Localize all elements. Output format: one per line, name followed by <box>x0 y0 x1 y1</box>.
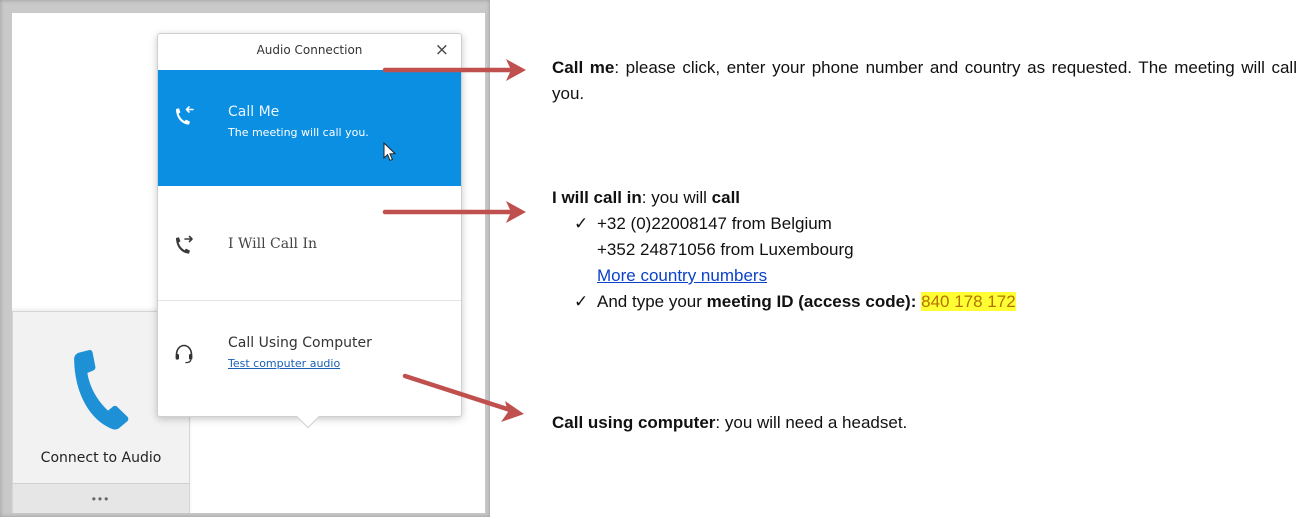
connect-to-audio-label: Connect to Audio <box>40 450 162 466</box>
meeting-id-prefix: And type your <box>597 292 707 311</box>
checkmark-icon: ✓ <box>574 214 589 233</box>
call-in-option[interactable]: I Will Call In <box>158 186 461 301</box>
note-call-me-term: Call me <box>552 58 615 77</box>
note-call-in-heading: I will call in: you will call <box>552 185 1297 211</box>
meeting-id-label: meeting ID (access code): <box>706 292 917 311</box>
note-call-me: Call me: please click, enter your phone … <box>552 55 1297 107</box>
screenshot-frame: Connect to Audio ••• Audio Connection × … <box>0 0 490 517</box>
meeting-window: Connect to Audio ••• Audio Connection × … <box>12 13 485 513</box>
audio-connection-popup: Audio Connection × Call Me The meeting w… <box>157 33 462 429</box>
call-me-option[interactable]: Call Me The meeting will call you. <box>158 70 461 186</box>
call-using-computer-title: Call Using Computer <box>228 335 372 351</box>
popup-title: Audio Connection <box>256 43 363 57</box>
test-computer-audio-link[interactable]: Test computer audio <box>228 357 340 370</box>
phone-icon <box>74 349 129 430</box>
arrow-computer-head <box>501 401 524 422</box>
checkmark-icon: ✓ <box>574 292 589 311</box>
more-country-numbers-link[interactable]: More country numbers <box>597 266 767 285</box>
more-numbers-row: More country numbers <box>552 263 1297 289</box>
arrow-call-me-head <box>506 59 526 81</box>
note-call-in-bold: call <box>711 188 741 207</box>
note-call-in: I will call in: you will call ✓ +32 (0)2… <box>552 185 1297 315</box>
call-me-subtitle: The meeting will call you. <box>228 126 369 139</box>
note-call-using-computer: Call using computer: you will need a hea… <box>552 410 1297 436</box>
note-computer-term: Call using computer <box>552 413 716 432</box>
call-using-computer-option[interactable]: Call Using Computer Test computer audio <box>158 301 461 418</box>
note-computer-text: : you will need a headset. <box>715 413 908 432</box>
arrow-call-in-head <box>506 201 526 223</box>
call-in-icon <box>176 235 193 254</box>
note-call-me-text: : please click, enter your phone number … <box>552 58 1297 103</box>
more-options-button[interactable]: ••• <box>13 483 189 513</box>
call-me-title: Call Me <box>228 104 280 120</box>
meeting-id-value: 840 178 172 <box>921 292 1016 311</box>
number-luxembourg: +352 24871056 from Luxembourg <box>597 240 854 259</box>
headset-icon <box>175 344 193 364</box>
call-in-title: I Will Call In <box>228 236 318 252</box>
call-me-icon <box>176 106 194 125</box>
number-belgium: +32 (0)22008147 from Belgium <box>597 214 832 233</box>
popup-header: Audio Connection × <box>158 34 461 70</box>
mouse-cursor-icon <box>383 142 397 162</box>
number-luxembourg-row: +352 24871056 from Luxembourg <box>552 237 1297 263</box>
close-icon[interactable]: × <box>435 40 449 60</box>
number-belgium-row: ✓ +32 (0)22008147 from Belgium <box>552 211 1297 237</box>
note-call-in-term: I will call in <box>552 188 642 207</box>
note-call-in-text: : you will <box>641 188 712 207</box>
meeting-id-row: ✓ And type your meeting ID (access code)… <box>552 289 1297 315</box>
